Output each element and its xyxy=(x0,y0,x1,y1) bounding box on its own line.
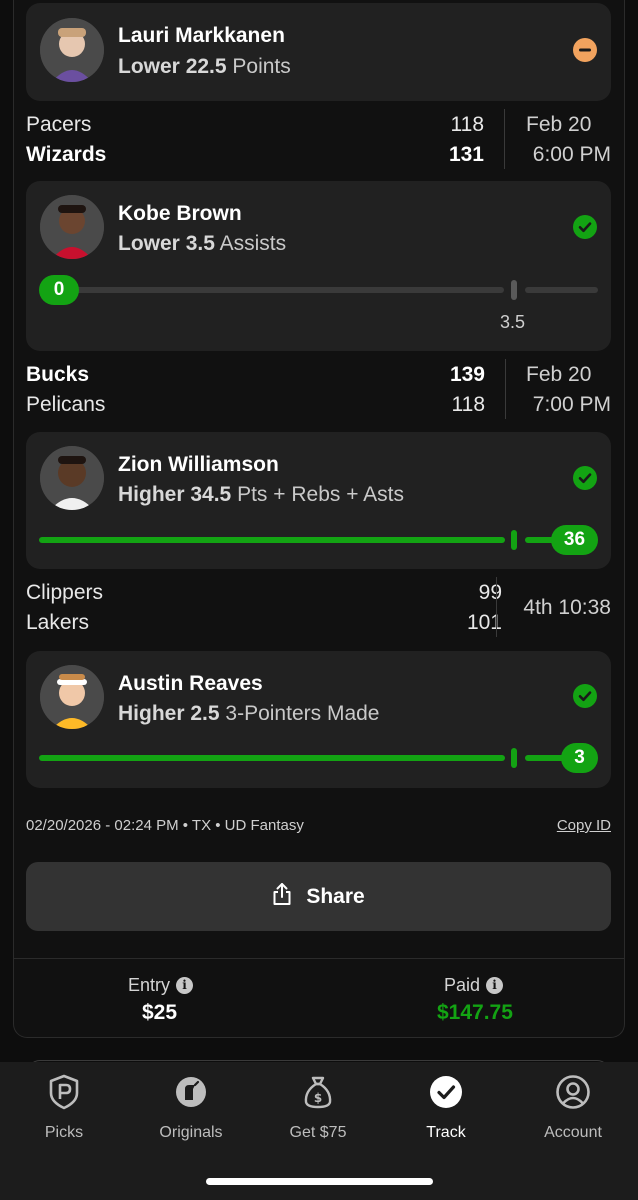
user-circle-icon xyxy=(555,1074,591,1110)
divider xyxy=(13,958,625,959)
player-name: Zion Williamson xyxy=(118,453,279,476)
progress-track xyxy=(39,537,505,543)
pick-line: Lower 22.5 Points xyxy=(118,55,291,79)
tab-account[interactable]: Account xyxy=(509,1074,637,1142)
team-name: Pacers xyxy=(26,113,92,136)
divider xyxy=(496,577,497,637)
team-score: 131 xyxy=(448,143,484,166)
tab-label: Get $75 xyxy=(289,1124,347,1141)
pick-direction-line: Higher 2.5 xyxy=(118,702,220,725)
copy-id-link[interactable]: Copy ID xyxy=(557,817,611,834)
team-name: Clippers xyxy=(26,581,104,604)
team-score: 118 xyxy=(450,113,484,136)
game-score: Bucks 139 Pelicans 118 Feb 20 7:00 PM xyxy=(26,358,611,420)
player-avatar xyxy=(40,446,104,510)
progress-track xyxy=(48,287,504,293)
share-button[interactable]: Share xyxy=(26,862,611,931)
share-icon xyxy=(272,882,292,911)
check-circle-icon xyxy=(573,215,597,239)
pick-card[interactable]: Austin Reaves Higher 2.5 3-Pointers Made… xyxy=(26,651,611,788)
game-clock: 4th 10:38 xyxy=(523,596,611,619)
pick-direction-line: Lower 22.5 xyxy=(118,55,227,78)
player-name: Austin Reaves xyxy=(118,672,263,695)
player-avatar xyxy=(40,665,104,729)
team-score: 101 xyxy=(466,611,502,634)
game-time: 7:00 PM xyxy=(532,393,611,416)
divider xyxy=(504,109,505,169)
pick-card[interactable]: Lauri Markkanen Lower 22.5 Points xyxy=(26,3,611,101)
check-circle-icon xyxy=(573,684,597,708)
line-marker xyxy=(511,530,517,550)
paid-label: Paid i xyxy=(444,975,504,996)
paid-amount: $147.75 xyxy=(437,1001,513,1024)
pick-stat: 3-Pointers Made xyxy=(225,702,380,725)
player-name: Lauri Markkanen xyxy=(118,24,285,47)
team-name: Lakers xyxy=(26,611,90,634)
tab-picks[interactable]: Picks xyxy=(0,1074,128,1142)
pick-direction-line: Lower 3.5 xyxy=(118,232,215,255)
player-name: Kobe Brown xyxy=(118,202,242,225)
originals-icon xyxy=(173,1074,209,1110)
pick-line: Higher 2.5 3-Pointers Made xyxy=(118,702,379,726)
line-value: 3.5 xyxy=(500,312,526,332)
game-date: Feb 20 xyxy=(526,363,592,386)
progress-track xyxy=(39,755,505,761)
info-icon[interactable]: i xyxy=(176,977,194,994)
money-bag-icon: $ xyxy=(300,1074,336,1110)
player-avatar xyxy=(40,195,104,259)
pick-stat: Assists xyxy=(219,232,287,255)
share-label: Share xyxy=(306,884,365,908)
team-score: 139 xyxy=(449,363,485,386)
info-icon[interactable]: i xyxy=(486,977,504,994)
game-score: Pacers 118 Wizards 131 Feb 20 6:00 PM xyxy=(26,108,611,170)
tab-label: Picks xyxy=(44,1124,84,1141)
game-date: Feb 20 xyxy=(526,113,592,136)
tab-get-75[interactable]: $ Get $75 xyxy=(254,1074,382,1142)
tab-label: Account xyxy=(544,1124,602,1141)
pick-line: Lower 3.5 Assists xyxy=(118,232,286,256)
progress-track xyxy=(525,755,565,761)
game-time: 6:00 PM xyxy=(532,143,611,166)
current-value-badge: 3 xyxy=(561,743,598,773)
entry-amount: $25 xyxy=(142,1001,178,1024)
current-value-badge: 36 xyxy=(551,525,598,555)
team-score: 99 xyxy=(478,581,502,604)
svg-text:$: $ xyxy=(314,1091,322,1105)
pick-card[interactable]: Zion Williamson Higher 34.5 Pts + Rebs +… xyxy=(26,432,611,569)
team-name: Bucks xyxy=(26,363,90,386)
line-marker xyxy=(511,748,517,768)
pick-direction-line: Higher 34.5 xyxy=(118,483,232,506)
entry-label: Entry i xyxy=(128,975,194,996)
picks-icon xyxy=(46,1074,82,1110)
tab-track[interactable]: Track xyxy=(382,1074,510,1142)
current-value-badge: 0 xyxy=(39,275,79,305)
check-circle-icon xyxy=(573,466,597,490)
tab-label: Track xyxy=(426,1124,466,1141)
team-score: 118 xyxy=(451,393,485,416)
tab-label: Originals xyxy=(159,1124,223,1141)
check-circle-icon xyxy=(428,1074,464,1110)
tab-originals[interactable]: Originals xyxy=(127,1074,255,1142)
team-name: Wizards xyxy=(26,143,107,166)
pick-card[interactable]: Kobe Brown Lower 3.5 Assists 0 3.5 xyxy=(26,181,611,351)
pick-stat: Points xyxy=(232,55,291,78)
player-avatar xyxy=(40,18,104,82)
pick-line: Higher 34.5 Pts + Rebs + Asts xyxy=(118,483,404,507)
entry-meta: 02/20/2026 - 02:24 PM • TX • UD Fantasy xyxy=(26,817,304,834)
home-indicator xyxy=(206,1178,433,1185)
team-name: Pelicans xyxy=(26,393,106,416)
pick-stat: Pts + Rebs + Asts xyxy=(237,483,404,506)
push-icon xyxy=(573,38,597,62)
progress-track xyxy=(525,287,598,293)
game-score: Clippers 99 Lakers 101 4th 10:38 xyxy=(26,576,611,638)
line-marker xyxy=(511,280,517,300)
